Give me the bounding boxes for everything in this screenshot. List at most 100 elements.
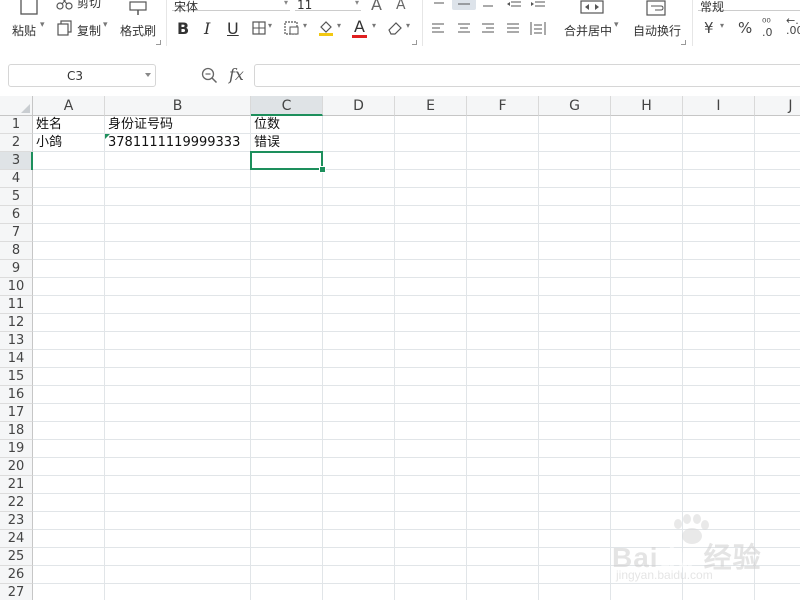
row-header-5[interactable]: 5 [0, 188, 33, 206]
increase-font-icon[interactable]: A [371, 0, 382, 14]
increase-decimal-icon[interactable]: ←..00 [786, 15, 800, 36]
formula-input[interactable] [254, 64, 800, 87]
select-all-corner[interactable] [0, 96, 33, 116]
row-header-11[interactable]: 11 [0, 296, 33, 314]
row-header-4[interactable]: 4 [0, 170, 33, 188]
row-header-19[interactable]: 19 [0, 440, 33, 458]
cut-button[interactable]: 剪切 [77, 0, 101, 11]
fill-color-dropdown-caret[interactable]: ▾ [337, 21, 341, 30]
merge-center-button[interactable]: 合并居中 [564, 22, 612, 39]
wrap-text-button[interactable]: 自动换行 [633, 22, 681, 39]
error-indicator-icon[interactable] [105, 134, 110, 139]
paste-icon[interactable] [18, 0, 42, 16]
row-header-22[interactable]: 22 [0, 494, 33, 512]
column-header-e[interactable]: E [395, 96, 467, 116]
borders-dropdown-caret[interactable]: ▾ [268, 21, 272, 30]
row-header-25[interactable]: 25 [0, 548, 33, 566]
row-header-13[interactable]: 13 [0, 332, 33, 350]
align-bottom-icon[interactable] [481, 0, 495, 8]
row-header-6[interactable]: 6 [0, 206, 33, 224]
bold-button[interactable]: B [177, 19, 189, 38]
font-group-launcher[interactable] [412, 40, 417, 45]
currency-button[interactable]: ¥ [704, 19, 714, 37]
name-box[interactable]: C3 [8, 64, 156, 87]
cell-c2[interactable]: 错误 [251, 134, 280, 152]
row-header-9[interactable]: 9 [0, 260, 33, 278]
cell-b2[interactable]: 3781111119999333 [105, 134, 240, 152]
row-header-16[interactable]: 16 [0, 386, 33, 404]
italic-button[interactable]: I [204, 19, 210, 38]
currency-dropdown-caret[interactable]: ▾ [720, 21, 724, 30]
zoom-icon[interactable] [201, 67, 218, 84]
copy-dropdown-caret[interactable]: ▾ [103, 20, 108, 30]
percent-button[interactable]: % [738, 19, 752, 37]
wrap-text-icon[interactable] [644, 0, 668, 18]
insert-function-icon[interactable]: fx [229, 65, 244, 84]
decrease-font-icon[interactable]: A [396, 0, 406, 13]
row-header-7[interactable]: 7 [0, 224, 33, 242]
row-header-27[interactable]: 27 [0, 584, 33, 600]
merge-center-dropdown-caret[interactable]: ▾ [614, 20, 619, 30]
column-header-f[interactable]: F [467, 96, 539, 116]
column-header-d[interactable]: D [323, 96, 395, 116]
borders-icon[interactable] [252, 21, 266, 35]
row-header-12[interactable]: 12 [0, 314, 33, 332]
font-color-dropdown-caret[interactable]: ▾ [372, 21, 376, 30]
cell-b1[interactable]: 身份证号码 [105, 116, 173, 134]
row-header-26[interactable]: 26 [0, 566, 33, 584]
row-header-24[interactable]: 24 [0, 530, 33, 548]
row-header-18[interactable]: 18 [0, 422, 33, 440]
comma-style-icon[interactable]: ⁰⁰ .0 [762, 17, 773, 38]
align-top-icon[interactable] [432, 0, 446, 8]
align-right-icon[interactable] [481, 22, 495, 35]
chevron-down-icon[interactable] [145, 73, 151, 77]
row-header-3[interactable]: 3 [0, 152, 33, 170]
paste-dropdown-caret[interactable]: ▾ [40, 20, 45, 30]
paste-button[interactable]: 粘贴 [12, 22, 36, 39]
format-painter-icon[interactable] [128, 0, 150, 16]
row-header-8[interactable]: 8 [0, 242, 33, 260]
format-painter-button[interactable]: 格式刷 [120, 22, 156, 39]
row-header-1[interactable]: 1 [0, 116, 33, 134]
merge-center-icon[interactable] [580, 0, 604, 14]
fill-handle[interactable] [319, 166, 326, 173]
row-header-23[interactable]: 23 [0, 512, 33, 530]
align-center-icon[interactable] [457, 22, 471, 35]
column-header-g[interactable]: G [539, 96, 611, 116]
row-header-15[interactable]: 15 [0, 368, 33, 386]
column-header-j[interactable]: J [755, 96, 800, 116]
increase-indent-icon[interactable] [530, 0, 546, 8]
row-header-20[interactable]: 20 [0, 458, 33, 476]
distributed-icon[interactable] [530, 21, 546, 36]
eraser-icon[interactable] [387, 20, 403, 36]
decrease-indent-icon[interactable] [506, 0, 522, 8]
number-format-select[interactable]: 常规 [698, 0, 800, 14]
row-header-10[interactable]: 10 [0, 278, 33, 296]
column-header-h[interactable]: H [611, 96, 683, 116]
clipboard-group-launcher[interactable] [156, 40, 161, 45]
row-header-21[interactable]: 21 [0, 476, 33, 494]
row-header-2[interactable]: 2 [0, 134, 33, 152]
underline-button[interactable]: U [227, 19, 239, 38]
column-header-a[interactable]: A [33, 96, 105, 116]
copy-button[interactable]: 复制 [77, 22, 101, 39]
cell-a2[interactable]: 小鸽 [33, 134, 62, 152]
scissors-icon[interactable] [56, 0, 74, 10]
fill-color-icon[interactable] [318, 19, 334, 37]
column-header-c[interactable]: C [251, 96, 323, 116]
column-header-b[interactable]: B [105, 96, 251, 116]
font-name-select[interactable]: 宋体 ▾ [172, 0, 290, 14]
alignment-group-launcher[interactable] [681, 40, 686, 45]
cell-style-dropdown-caret[interactable]: ▾ [303, 21, 307, 30]
row-header-17[interactable]: 17 [0, 404, 33, 422]
font-size-select[interactable]: 11 ▾ [295, 0, 361, 12]
copy-icon[interactable] [57, 20, 73, 36]
font-color-button[interactable]: A [354, 17, 365, 36]
eraser-dropdown-caret[interactable]: ▾ [406, 21, 410, 30]
cell-c1[interactable]: 位数 [251, 116, 280, 134]
justify-icon[interactable] [506, 22, 520, 35]
cell-style-icon[interactable] [284, 21, 300, 35]
column-header-i[interactable]: I [683, 96, 755, 116]
align-left-icon[interactable] [431, 22, 445, 35]
active-cell-outline[interactable] [250, 151, 323, 170]
